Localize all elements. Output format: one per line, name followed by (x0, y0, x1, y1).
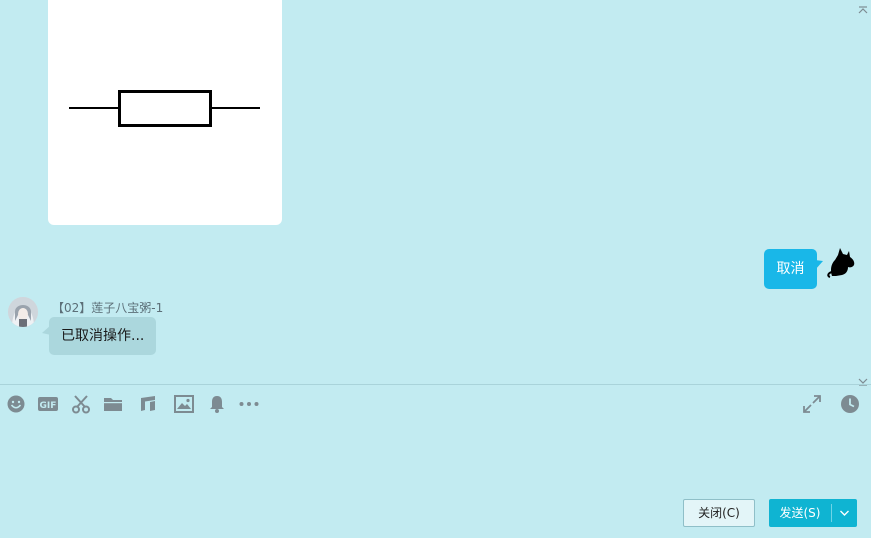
send-options-chevron-down-icon[interactable] (832, 499, 857, 527)
image-icon[interactable] (174, 394, 194, 414)
gif-icon[interactable]: GIF (38, 394, 58, 414)
emoji-icon[interactable] (6, 394, 26, 414)
music-note-icon[interactable] (138, 394, 158, 414)
bell-icon[interactable] (207, 394, 227, 414)
incoming-sender-name: 【02】莲子八宝粥-1 (52, 301, 164, 315)
outgoing-bubble-tail (815, 260, 823, 270)
incoming-message-text: 已取消操作... (61, 328, 145, 344)
send-button-label: 发送(S) (779, 506, 821, 520)
outgoing-message-text: 取消 (776, 261, 805, 277)
chat-message-area[interactable]: 取消 【02】莲子八宝粥-1 已取消操作... (0, 0, 871, 386)
scroll-to-top-icon[interactable] (857, 0, 869, 14)
send-button[interactable]: 发送(S) (769, 499, 857, 527)
shared-image-resistor[interactable] (48, 0, 282, 225)
fullscreen-icon[interactable] (802, 394, 822, 414)
input-divider (0, 384, 871, 385)
outgoing-message-bubble[interactable]: 取消 (764, 249, 817, 289)
folder-icon[interactable] (103, 394, 123, 414)
history-clock-icon[interactable] (840, 394, 860, 414)
resistor-symbol-image (69, 90, 260, 127)
incoming-message-bubble[interactable]: 已取消操作... (49, 317, 157, 355)
scroll-to-bottom-icon[interactable] (857, 372, 869, 386)
self-avatar-cat-icon[interactable] (826, 246, 856, 278)
contact-avatar[interactable] (8, 297, 38, 327)
svg-text:GIF: GIF (40, 401, 57, 411)
close-button[interactable]: 关闭(C) (683, 499, 755, 527)
more-icon[interactable] (239, 394, 259, 414)
screenshot-scissors-icon[interactable] (71, 394, 91, 414)
message-input-area[interactable] (0, 420, 871, 490)
